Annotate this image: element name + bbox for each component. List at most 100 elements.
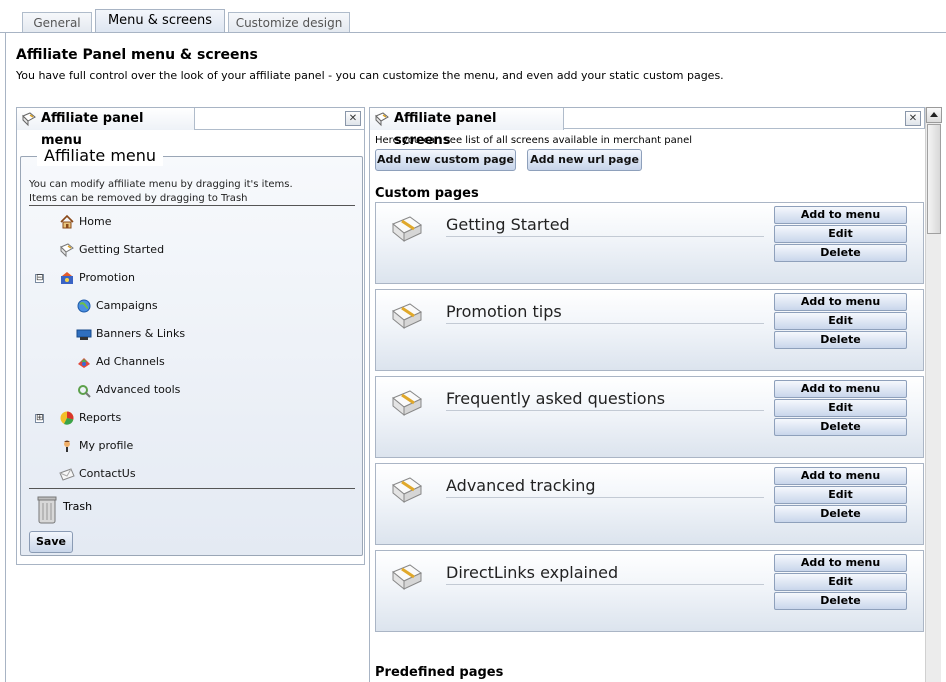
tab-customize-design[interactable]: Customize design xyxy=(228,12,350,33)
menu-item-getting-started[interactable]: Getting Started xyxy=(59,241,164,259)
menu-item-reports[interactable]: Reports xyxy=(59,409,121,427)
page-edit-icon xyxy=(390,302,424,333)
user-icon xyxy=(59,438,75,460)
scroll-up-arrow-icon[interactable] xyxy=(926,107,942,123)
add-to-menu-button[interactable]: Add to menu xyxy=(774,206,907,224)
menu-panel-title: Affiliate panel menu xyxy=(41,111,144,148)
channels-icon xyxy=(76,354,92,376)
custom-page-title: Promotion tips xyxy=(446,302,562,321)
page-icon xyxy=(59,242,75,264)
add-to-menu-button[interactable]: Add to menu xyxy=(774,380,907,398)
menu-item-label: Banners & Links xyxy=(96,327,186,340)
add-to-menu-button[interactable]: Add to menu xyxy=(774,554,907,572)
add-to-menu-button[interactable]: Add to menu xyxy=(774,293,907,311)
tab-general[interactable]: General xyxy=(22,12,92,33)
home-icon xyxy=(59,214,75,236)
menu-item-campaigns[interactable]: Campaigns xyxy=(76,297,158,315)
menu-item-label: ContactUs xyxy=(79,467,136,480)
custom-page-card: Getting Started Add to menu Edit Delete xyxy=(375,202,924,284)
custom-page-card: Promotion tips Add to menu Edit Delete xyxy=(375,289,924,371)
menu-item-promotion[interactable]: Promotion xyxy=(59,269,135,287)
delete-button[interactable]: Delete xyxy=(774,331,907,349)
menu-item-advanced-tools[interactable]: Advanced tools xyxy=(76,381,180,399)
menu-item-contact-us[interactable]: ContactUs xyxy=(59,465,136,483)
add-custom-page-button[interactable]: Add new custom page xyxy=(375,149,516,171)
promotion-collapse-toggle[interactable]: ⊟ xyxy=(35,274,44,283)
envelope-icon xyxy=(59,466,75,488)
custom-page-title: Advanced tracking xyxy=(446,476,596,495)
menu-hint-line-1: You can modify affiliate menu by draggin… xyxy=(29,179,293,190)
menu-divider-top xyxy=(29,205,355,206)
screens-panel-tab[interactable]: Affiliate panel screens xyxy=(370,108,564,148)
menu-panel-header: Affiliate panel menu ✕ xyxy=(17,108,364,148)
edit-button[interactable]: Edit xyxy=(774,312,907,330)
reports-expand-toggle[interactable]: ⊞ xyxy=(35,414,44,423)
edit-button[interactable]: Edit xyxy=(774,486,907,504)
tools-icon xyxy=(76,382,92,404)
page-title: Affiliate Panel menu & screens xyxy=(16,47,258,63)
reports-icon xyxy=(59,410,75,432)
delete-button[interactable]: Delete xyxy=(774,244,907,262)
edit-button[interactable]: Edit xyxy=(774,399,907,417)
menu-item-banners-links[interactable]: Banners & Links xyxy=(76,325,185,343)
menu-panel-close-icon[interactable]: ✕ xyxy=(345,111,361,126)
menu-item-my-profile[interactable]: My profile xyxy=(59,437,133,455)
page-edit-icon xyxy=(390,389,424,420)
delete-button[interactable]: Delete xyxy=(774,418,907,436)
custom-page-title: Frequently asked questions xyxy=(446,389,666,408)
screens-scrollbar[interactable] xyxy=(925,107,942,682)
trash-label: Trash xyxy=(63,500,93,513)
page-edit-icon xyxy=(390,563,424,594)
menu-item-home[interactable]: Home xyxy=(59,213,111,231)
card-underline xyxy=(446,236,764,237)
menu-divider-bottom xyxy=(29,488,355,489)
save-button[interactable]: Save xyxy=(29,531,73,553)
menu-item-label: Campaigns xyxy=(96,299,158,312)
card-underline xyxy=(446,410,764,411)
top-tab-bar: General Menu & screens Customize design xyxy=(0,0,946,34)
page-icon xyxy=(374,111,390,135)
screens-panel-header: Affiliate panel screens ✕ xyxy=(370,107,925,148)
menu-item-label: Advanced tools xyxy=(96,383,181,396)
scrollbar-thumb[interactable] xyxy=(927,124,941,234)
affiliate-screens-panel: Affiliate panel screens ✕ Here you can s… xyxy=(369,107,925,682)
globe-icon xyxy=(76,298,92,320)
custom-page-card: DirectLinks explained Add to menu Edit D… xyxy=(375,550,924,632)
edit-button[interactable]: Edit xyxy=(774,225,907,243)
custom-page-title: Getting Started xyxy=(446,215,570,234)
menu-item-label: Ad Channels xyxy=(96,355,165,368)
page-icon xyxy=(21,111,37,135)
add-url-page-button[interactable]: Add new url page xyxy=(527,149,642,171)
card-underline xyxy=(446,584,764,585)
menu-item-label: Getting Started xyxy=(79,243,165,256)
page-edit-icon xyxy=(390,215,424,246)
affiliate-menu-legend: Affiliate menu xyxy=(37,146,164,166)
page-edit-icon xyxy=(390,476,424,507)
screens-panel-close-icon[interactable]: ✕ xyxy=(905,111,921,126)
card-underline xyxy=(446,497,764,498)
add-to-menu-button[interactable]: Add to menu xyxy=(774,467,907,485)
menu-item-ad-channels[interactable]: Ad Channels xyxy=(76,353,165,371)
edit-button[interactable]: Edit xyxy=(774,573,907,591)
predefined-pages-heading: Predefined pages xyxy=(375,665,504,680)
menu-item-label: Promotion xyxy=(79,271,135,284)
custom-page-card: Advanced tracking Add to menu Edit Delet… xyxy=(375,463,924,545)
custom-page-card: Frequently asked questions Add to menu E… xyxy=(375,376,924,458)
tab-menu-screens[interactable]: Menu & screens xyxy=(95,9,225,34)
delete-button[interactable]: Delete xyxy=(774,505,907,523)
delete-button[interactable]: Delete xyxy=(774,592,907,610)
menu-hint: You can modify affiliate menu by draggin… xyxy=(29,178,293,206)
menu-item-label: My profile xyxy=(79,439,134,452)
menu-panel-tab[interactable]: Affiliate panel menu xyxy=(17,108,195,148)
banner-icon xyxy=(76,326,92,348)
affiliate-menu-panel: Affiliate panel menu ✕ Affiliate menu Yo… xyxy=(16,107,365,565)
menu-item-label: Reports xyxy=(79,411,122,424)
trash-can-icon[interactable] xyxy=(37,495,57,528)
custom-page-title: DirectLinks explained xyxy=(446,563,619,582)
card-underline xyxy=(446,323,764,324)
screens-hint: Here you can see list of all screens ava… xyxy=(375,135,693,146)
page-description: You have full control over the look of y… xyxy=(16,69,724,82)
custom-pages-heading: Custom pages xyxy=(375,186,479,201)
menu-item-label: Home xyxy=(79,215,112,228)
menu-hint-line-2: Items can be removed by dragging to Tras… xyxy=(29,193,248,204)
